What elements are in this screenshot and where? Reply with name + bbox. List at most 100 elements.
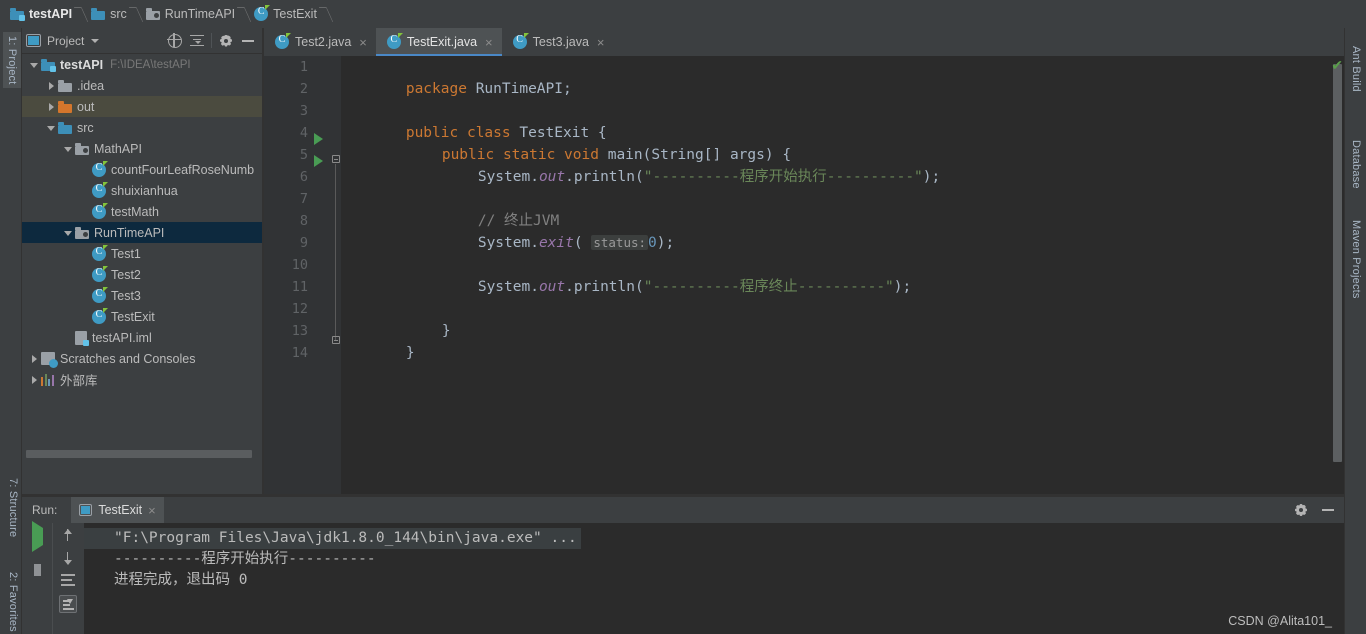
editor-vscrollbar[interactable]	[1331, 56, 1344, 494]
number-literal: 0	[648, 235, 657, 251]
code-editor[interactable]: 1 2 3 4 5 6 7 8 9 10 11 12 13 14 package RunTimeAPI; …	[264, 56, 1344, 494]
watermark: CSDN @Alita101_	[1228, 614, 1332, 628]
run-tab-testexit[interactable]: TestExit ×	[71, 497, 164, 523]
parameter-hint: status:	[591, 235, 649, 250]
chevron-down-icon[interactable]	[28, 58, 41, 71]
string-literal: "----------程序终止----------"	[643, 279, 894, 295]
chevron-down-icon[interactable]	[62, 142, 75, 155]
hide-icon[interactable]	[1322, 509, 1334, 511]
tree-node-label: 外部库	[60, 374, 98, 388]
console-output[interactable]: "F:\Program Files\Java\jdk1.8.0_144\bin\…	[84, 523, 1344, 634]
close-icon[interactable]: ×	[597, 36, 605, 49]
collapse-all-icon	[190, 34, 204, 48]
up-arrow-icon[interactable]	[62, 528, 74, 542]
tree-node-testmath[interactable]: testMath	[22, 201, 263, 222]
scrollbar-thumb[interactable]	[26, 450, 252, 458]
chevron-right-icon[interactable]	[28, 352, 41, 365]
tree-node-label: src	[77, 120, 94, 135]
code-line-4: public static void main(String[] args) {	[372, 122, 791, 163]
code-line-5: System.out.println("----------程序开始执行----…	[408, 144, 940, 185]
system-expr: System.	[477, 235, 539, 251]
tree-node-testexit[interactable]: TestExit	[22, 306, 263, 327]
breadcrumb-item-module[interactable]: testAPI	[6, 3, 76, 25]
tab-test2-java[interactable]: Test2.java ×	[264, 28, 376, 56]
scrollbar-thumb[interactable]	[1333, 64, 1342, 462]
chevron-right-icon[interactable]	[45, 100, 58, 113]
tree-node-mathapi[interactable]: MathAPI	[22, 138, 263, 159]
chevron-down-icon[interactable]	[62, 226, 75, 239]
hide-panel-button[interactable]	[237, 30, 259, 52]
sidebar-item-favorites[interactable]: 2: Favorites	[4, 568, 22, 634]
collapse-all-button[interactable]	[186, 30, 208, 52]
tree-node-runtimeapi[interactable]: RunTimeAPI	[22, 222, 263, 243]
tab-testexit-java[interactable]: TestExit.java ×	[375, 28, 502, 56]
project-panel-title: Project	[47, 33, 85, 48]
folder-blue-icon	[58, 121, 72, 134]
sidebar-item-maven-projects[interactable]: Maven Projects	[1350, 220, 1362, 299]
tree-node-src[interactable]: src	[22, 117, 263, 138]
close-icon[interactable]: ×	[485, 36, 493, 49]
line-number: 13	[291, 323, 308, 339]
settings-gear-icon[interactable]	[1294, 503, 1308, 517]
code-line-3: public class TestExit {	[336, 100, 607, 141]
sidebar-item-structure[interactable]: 7: Structure	[4, 474, 22, 541]
console-line-1: ----------程序开始执行----------	[114, 551, 376, 567]
tab-label: TestExit.java	[406, 35, 478, 49]
tree-node-label: testMath	[111, 204, 159, 219]
project-tree[interactable]: testAPI F:\IDEA\testAPI .idea out src MathAPI…	[22, 54, 263, 472]
sidebar-item-database[interactable]: Database	[1350, 140, 1362, 189]
breadcrumb-item-class[interactable]: TestExit	[250, 3, 321, 25]
rerun-play-icon[interactable]	[31, 521, 43, 552]
run-actions-column	[22, 521, 52, 634]
sidebar-item-ant-build[interactable]: Ant Build	[1350, 46, 1362, 92]
down-arrow-icon[interactable]	[62, 551, 74, 565]
locate-button[interactable]	[164, 30, 186, 52]
soft-wrap-icon[interactable]	[60, 574, 75, 586]
folder-orange-icon	[58, 100, 72, 113]
tree-node-idea[interactable]: .idea	[22, 75, 263, 96]
tree-node-test1[interactable]: Test1	[22, 243, 263, 264]
tree-node-scratches-and-consoles[interactable]: Scratches and Consoles	[22, 348, 263, 369]
tree-node-test3[interactable]: Test3	[22, 285, 263, 306]
run-main-icon[interactable]	[314, 155, 323, 167]
tree-node-test2[interactable]: Test2	[22, 264, 263, 285]
tab-label: Test2.java	[295, 35, 352, 49]
close-icon[interactable]: ×	[359, 36, 367, 49]
breadcrumb-label: src	[110, 7, 127, 21]
tree-node-[interactable]: 外部库	[22, 369, 263, 390]
tree-node-testapi[interactable]: testAPI F:\IDEA\testAPI	[22, 54, 263, 75]
string-literal: "----------程序开始执行----------"	[643, 169, 923, 185]
external-libraries-icon	[41, 373, 55, 386]
tree-node-out[interactable]: out	[22, 96, 263, 117]
scroll-to-end-icon[interactable]	[58, 595, 77, 613]
chevron-right-icon[interactable]	[45, 79, 58, 92]
package-icon	[75, 226, 89, 239]
run-class-icon[interactable]	[314, 133, 323, 145]
line-number: 11	[291, 279, 308, 295]
inspection-status-icon[interactable]: ✔	[1331, 58, 1343, 72]
tree-node-countfourleafrosenumb[interactable]: countFourLeafRoseNumb	[22, 159, 263, 180]
tree-node-testapi-iml[interactable]: testAPI.iml	[22, 327, 263, 348]
sidebar-item-project[interactable]: 1: Project	[3, 32, 21, 89]
java-class-icon	[92, 202, 108, 219]
breadcrumb-item-package[interactable]: RunTimeAPI	[142, 3, 239, 25]
code-line-10: System.out.println("----------程序终止------…	[408, 254, 911, 295]
chevron-right-icon[interactable]	[28, 373, 41, 386]
run-configuration-icon	[79, 504, 93, 516]
breadcrumb-item-src[interactable]: src	[87, 3, 131, 25]
project-tool-window: Project testAPI F:\IDEA\testAPI .idea out sr…	[22, 28, 263, 494]
chevron-down-icon[interactable]	[91, 38, 100, 43]
close-icon[interactable]: ×	[148, 503, 156, 518]
tree-node-shuixianhua[interactable]: shuixianhua	[22, 180, 263, 201]
tree-node-label: Test1	[111, 246, 141, 261]
chevron-down-icon[interactable]	[45, 121, 58, 134]
project-tree-hscrollbar[interactable]	[22, 450, 263, 466]
console-line-command: "F:\Program Files\Java\jdk1.8.0_144\bin\…	[84, 528, 1344, 549]
tab-test3-java[interactable]: Test3.java ×	[502, 28, 614, 56]
project-settings-button[interactable]	[215, 30, 237, 52]
project-view-icon	[26, 34, 41, 47]
